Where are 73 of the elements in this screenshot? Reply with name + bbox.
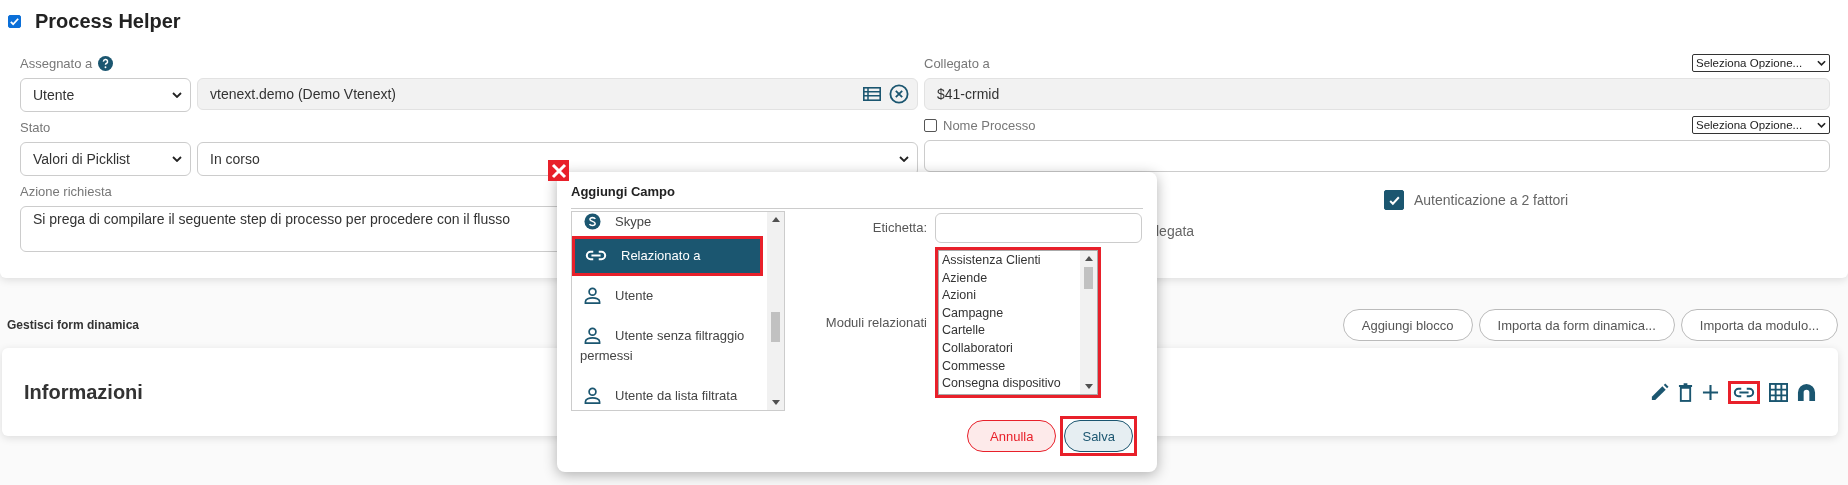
field-label: Azione richiesta	[20, 183, 112, 199]
scroll-up-icon[interactable]	[771, 217, 780, 222]
readonly-field: vtenext.demo (Demo Vtenext)	[197, 78, 918, 110]
field-label: Collegato a	[924, 55, 990, 71]
dropdown[interactable]: In corso	[197, 142, 918, 176]
checkbox[interactable]	[1384, 190, 1404, 210]
action-button[interactable]: Aggiungi blocco	[1342, 309, 1473, 341]
user-icon	[584, 326, 601, 344]
chevron-down-icon	[172, 156, 182, 162]
dropdown[interactable]: Seleziona Opzione...	[1692, 54, 1830, 72]
close-button[interactable]	[548, 160, 569, 181]
list-option[interactable]: Campagne	[942, 304, 1077, 323]
list-option[interactable]: Collaboratori	[942, 339, 1077, 358]
chevron-down-icon	[1817, 60, 1826, 66]
scroll-down-icon[interactable]	[1084, 384, 1093, 389]
list-option[interactable]: Commesse	[942, 357, 1077, 376]
list-item[interactable]: Relazionato a	[572, 236, 763, 276]
readonly-field: $41-crmid	[924, 78, 1830, 110]
scrollbar[interactable]	[1080, 251, 1097, 394]
list-icon[interactable]	[863, 87, 881, 101]
list-option[interactable]: Azioni	[942, 287, 1077, 305]
block-title: Informazioni	[24, 380, 143, 404]
pencil-icon[interactable]	[1650, 382, 1669, 402]
dropdown[interactable]: Valori di Picklist	[20, 142, 191, 176]
page-title: Process Helper	[35, 9, 181, 33]
field-label: Stato	[20, 119, 51, 135]
field-label: Assegnato a	[20, 55, 93, 71]
list-option[interactable]: Assistenza Clienti	[942, 252, 1077, 270]
trash-icon[interactable]	[1678, 382, 1693, 402]
list-item[interactable]: Skype	[572, 212, 763, 236]
section-title: Gestisci form dinamica	[7, 318, 140, 332]
link-icon[interactable]	[1733, 386, 1755, 398]
list-option[interactable]: Consegna dispositivo	[942, 375, 1077, 393]
list-option[interactable]: Aziende	[942, 269, 1077, 288]
check-icon	[9, 15, 20, 27]
checkbox-label: Nome Processo	[943, 117, 1036, 133]
cancel-button[interactable]: Annulla	[967, 420, 1057, 452]
link-icon	[585, 249, 607, 261]
scroll-down-icon[interactable]	[771, 400, 780, 405]
field-label: Moduli relazionati	[824, 315, 927, 330]
magnet-icon[interactable]	[1797, 382, 1816, 402]
dropdown[interactable]: Seleziona Opzione...	[1692, 116, 1830, 134]
scroll-up-icon[interactable]	[1084, 256, 1093, 261]
action-button[interactable]: Importa da form dinamica...	[1478, 309, 1675, 341]
list-box[interactable]: Assistenza Clienti Aziende Azioni Campagne Cartelle Collaboratori Commesse Consegna dispositivo	[938, 250, 1098, 395]
scrollbar[interactable]	[767, 212, 784, 410]
chevron-down-icon	[172, 92, 182, 98]
list-item[interactable]: Utente	[572, 276, 763, 316]
list-item[interactable]: Utente da lista filtrata	[572, 376, 763, 410]
chevron-down-icon	[1817, 122, 1826, 128]
list-item[interactable]: Utente senza filtraggio permessi	[572, 316, 763, 376]
input-field[interactable]	[924, 140, 1830, 172]
dropdown[interactable]: Utente	[20, 78, 191, 112]
input-field[interactable]	[935, 213, 1142, 243]
list-option[interactable]: Cartelle	[942, 322, 1077, 340]
help-icon[interactable]	[98, 55, 114, 71]
action-button[interactable]: Importa da modulo...	[1680, 309, 1838, 341]
plus-icon[interactable]	[1702, 383, 1719, 401]
scroll-thumb[interactable]	[1084, 267, 1093, 289]
dialog-title: Aggiungi Campo	[571, 172, 1143, 209]
user-icon	[584, 286, 601, 304]
chevron-down-icon	[899, 156, 909, 162]
checkbox-label: Autenticazione a 2 fattori	[1414, 192, 1569, 208]
user-icon	[584, 386, 601, 404]
checkbox[interactable]	[8, 14, 21, 28]
checkbox[interactable]	[924, 118, 937, 132]
grid-icon[interactable]	[1769, 382, 1788, 402]
scroll-thumb[interactable]	[771, 312, 780, 342]
skype-icon	[584, 212, 601, 230]
field-label: legata	[1156, 223, 1195, 239]
list-box[interactable]: Skype Relazionato a Utente Utente senza filtraggio permessi Utente da lista filtrata	[571, 211, 785, 411]
save-button[interactable]: Salva	[1064, 420, 1133, 452]
clear-icon[interactable]	[889, 84, 909, 104]
